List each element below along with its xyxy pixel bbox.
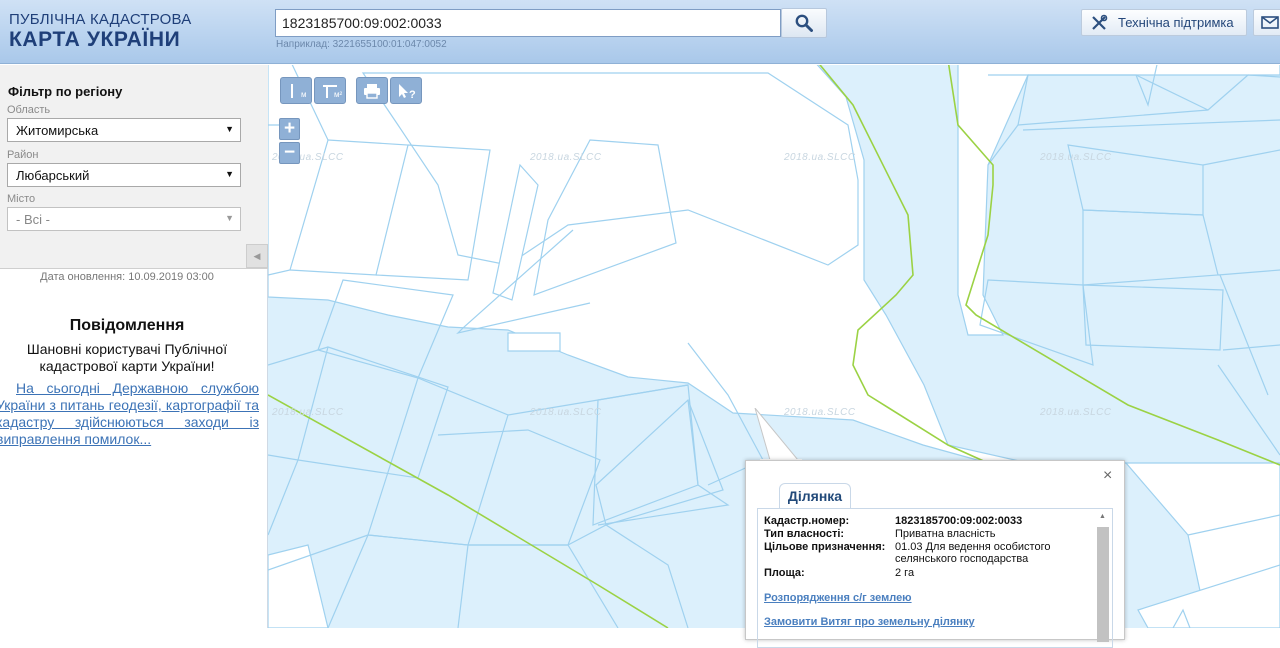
order-extract-link[interactable]: Замовити Витяг про земельну ділянку xyxy=(764,616,975,628)
collapse-sidebar-button[interactable]: ◀ xyxy=(246,244,268,268)
notice-greeting: Шановні користувачі Публічної кадастрово… xyxy=(26,341,228,374)
popup-pointer xyxy=(754,408,802,464)
city-label: Місто xyxy=(7,193,36,205)
info-value: 01.03 Для ведення особистого селянського… xyxy=(895,541,1051,565)
printer-icon xyxy=(364,83,380,99)
info-key: Цільове призначення: xyxy=(764,541,886,553)
notice-link[interactable]: На сьогодні Державною службою України з … xyxy=(0,380,259,448)
city-select[interactable]: - Всі - ▼ xyxy=(7,207,241,231)
identify-button[interactable]: ? xyxy=(390,77,422,104)
info-key: Площа: xyxy=(764,567,805,579)
watermark: 2018.ua.SLCC xyxy=(1040,407,1112,418)
svg-text:?: ? xyxy=(409,89,416,100)
sidebar: Фільтр по регіону Область Житомирська ▼ … xyxy=(0,65,268,628)
ruler-label: м xyxy=(301,90,307,99)
land-disposal-link[interactable]: Розпорядження с/г землею xyxy=(764,592,912,604)
logo-line-1: ПУБЛІЧНА КАДАСТРОВА xyxy=(9,11,192,28)
dropdown-arrow-icon: ▼ xyxy=(225,169,234,179)
watermark: 2018.ua.SLCC xyxy=(530,152,602,163)
info-key: Кадастр.номер: xyxy=(764,515,850,527)
logo[interactable]: ПУБЛІЧНА КАДАСТРОВА КАРТА УКРАЇНИ xyxy=(9,11,191,52)
info-value: Приватна власність xyxy=(895,528,996,540)
search-icon xyxy=(795,14,813,32)
oblast-label: Область xyxy=(7,104,51,116)
oblast-select[interactable]: Житомирська ▼ xyxy=(7,118,241,142)
popup-scrollbar[interactable]: ▲ xyxy=(1096,511,1110,642)
close-icon[interactable]: × xyxy=(1103,467,1112,485)
search-button[interactable] xyxy=(781,8,827,38)
parcel-info-popup: × Ділянка Кадастр.номер: 1823185700:09:0… xyxy=(745,460,1125,648)
region-filter-panel: Фільтр по регіону Область Житомирська ▼ … xyxy=(0,65,268,269)
mail-button[interactable] xyxy=(1253,9,1280,36)
info-value: 1823185700:09:002:0033 xyxy=(895,515,1023,527)
rayon-value: Любарський xyxy=(16,168,90,183)
mail-icon xyxy=(1261,16,1279,29)
rayon-select[interactable]: Любарський ▼ xyxy=(7,163,241,187)
header: ПУБЛІЧНА КАДАСТРОВА КАРТА УКРАЇНИ Наприк… xyxy=(0,0,1280,64)
popup-content: Кадастр.номер: 1823185700:09:002:0033 Ти… xyxy=(757,508,1113,648)
update-date: Дата оновлення: 10.09.2019 03:00 xyxy=(40,271,214,283)
dropdown-arrow-icon: ▼ xyxy=(225,213,234,223)
measure-distance-button[interactable]: м xyxy=(280,77,312,104)
search-hint: Наприклад: 3221655100:01:047:0052 xyxy=(276,39,447,50)
city-value: - Всі - xyxy=(16,212,50,227)
cursor-help-icon: ? xyxy=(399,83,416,100)
support-button[interactable]: Технічна підтримка xyxy=(1081,9,1247,36)
search-input[interactable] xyxy=(275,9,781,37)
support-label: Технічна підтримка xyxy=(1118,15,1234,30)
watermark: 2018.ua.SLCC xyxy=(530,407,602,418)
filter-title: Фільтр по регіону xyxy=(8,84,123,99)
rayon-label: Район xyxy=(7,149,39,161)
zoom-in-button[interactable]: + xyxy=(279,118,300,140)
zoom-out-button[interactable]: − xyxy=(279,142,300,164)
print-button[interactable] xyxy=(356,77,388,104)
area-label: м² xyxy=(334,90,343,99)
scrollbar-thumb[interactable] xyxy=(1097,527,1109,642)
measure-area-button[interactable]: м² xyxy=(314,77,346,104)
notice-title: Повідомлення xyxy=(69,317,185,334)
info-value: 2 га xyxy=(895,567,915,579)
logo-line-2: КАРТА УКРАЇНИ xyxy=(9,28,181,51)
watermark: 2018.ua.SLCC xyxy=(1040,152,1112,163)
watermark: 2018.ua.SLCC xyxy=(272,407,344,418)
chevron-left-icon: ◀ xyxy=(253,250,261,261)
oblast-value: Житомирська xyxy=(16,123,99,138)
scroll-up-icon[interactable]: ▲ xyxy=(1099,513,1106,520)
tools-icon xyxy=(1092,14,1108,30)
dropdown-arrow-icon: ▼ xyxy=(225,124,234,134)
tab-parcel[interactable]: Ділянка xyxy=(779,483,851,508)
info-key: Тип власності: xyxy=(764,528,845,540)
watermark: 2018.ua.SLCC xyxy=(784,152,856,163)
